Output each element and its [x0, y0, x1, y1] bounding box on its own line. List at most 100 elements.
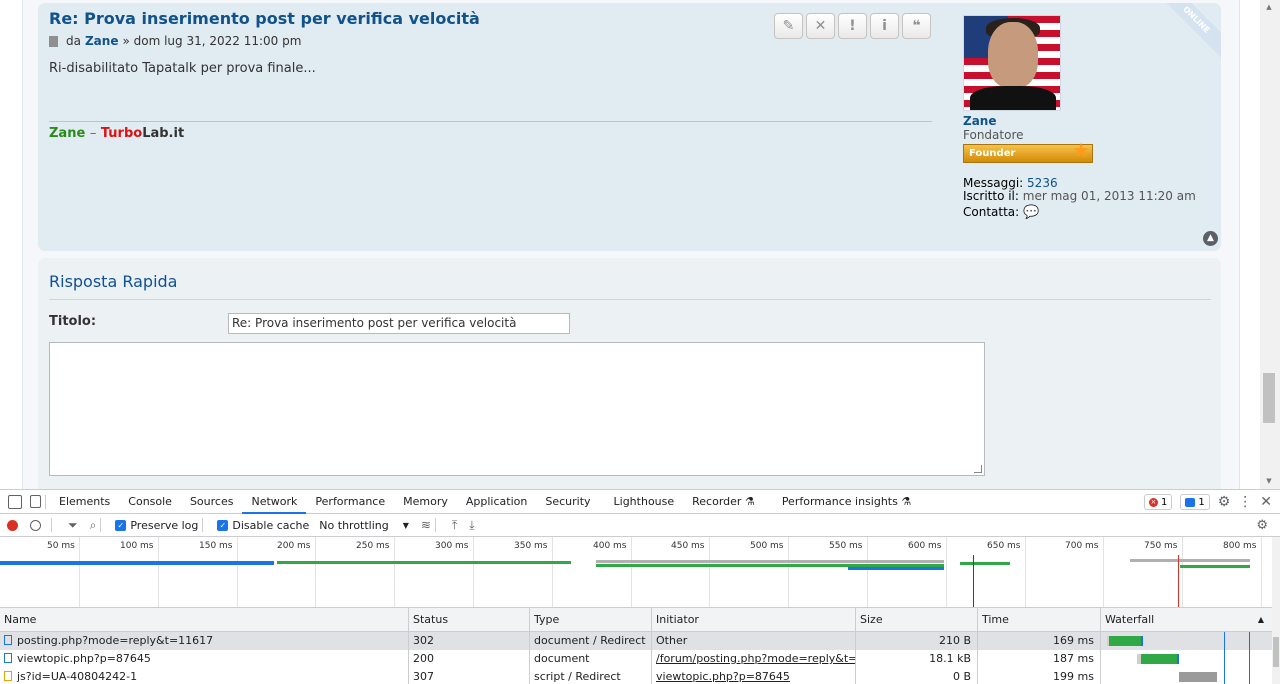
- request-waterfall: [1101, 632, 1272, 650]
- column-time[interactable]: Time: [978, 608, 1101, 631]
- overview-bar: [1130, 559, 1250, 562]
- network-conditions-icon[interactable]: ≋: [421, 518, 431, 532]
- overview-tick-label: 600 ms: [908, 541, 942, 551]
- flask-icon: ⚗: [901, 494, 912, 508]
- scroll-up-icon[interactable]: ▲: [1264, 3, 1274, 11]
- export-har-icon[interactable]: ⤓: [469, 518, 474, 533]
- request-initiator-link[interactable]: viewtopic.php?p=87645: [652, 668, 856, 684]
- forum-page: Re: Prova inserimento post per verifica …: [0, 0, 1280, 489]
- overview-bar: [1180, 565, 1250, 568]
- column-name[interactable]: Name: [0, 608, 409, 631]
- posts-count-link[interactable]: 5236: [1027, 176, 1058, 190]
- error-counter[interactable]: × 1: [1143, 494, 1173, 510]
- message-textarea[interactable]: [49, 342, 985, 476]
- column-waterfall[interactable]: Waterfall ▲: [1101, 608, 1272, 631]
- overview-tick-label: 700 ms: [1065, 541, 1099, 551]
- table-row[interactable]: posting.php?mode=reply&t=11617 302 docum…: [0, 632, 1272, 650]
- delete-button[interactable]: ✕: [806, 13, 835, 39]
- network-toolbar: ⏷ ⌕ ✓ Preserve log ✓ Disable cache No thro…: [0, 514, 1280, 537]
- page-scrollbar[interactable]: ▲ ▼: [1260, 0, 1280, 489]
- overview-bar: [848, 567, 944, 570]
- kebab-menu-icon[interactable]: ⋮: [1238, 494, 1252, 510]
- request-size: 0 B: [856, 668, 978, 684]
- tab-recorder[interactable]: Recorder ⚗: [683, 490, 764, 514]
- throttling-value: No throttling: [319, 518, 389, 532]
- network-settings-gear-icon[interactable]: ⚙: [1256, 518, 1268, 533]
- column-status[interactable]: Status: [409, 608, 530, 631]
- profile-joined: Iscritto il: mer mag 01, 2013 11:20 am: [963, 190, 1213, 203]
- close-devtools-icon[interactable]: ✕: [1260, 494, 1272, 510]
- tab-elements[interactable]: Elements: [50, 490, 119, 514]
- table-row[interactable]: viewtopic.php?p=87645 200 document /foru…: [0, 650, 1272, 668]
- network-scrollbar[interactable]: [1272, 537, 1280, 684]
- scroll-thumb[interactable]: [1263, 373, 1275, 423]
- clear-icon[interactable]: [30, 519, 41, 531]
- overview-gridline: [158, 537, 159, 607]
- contact-label: Contatta:: [963, 205, 1020, 219]
- tab-security[interactable]: Security: [536, 490, 599, 514]
- table-row[interactable]: js?id=UA-40804242-1 307 script / Redirec…: [0, 668, 1272, 684]
- profile-username[interactable]: Zane: [963, 114, 1213, 128]
- tab-sources[interactable]: Sources: [181, 490, 243, 514]
- avatar[interactable]: [963, 15, 1061, 111]
- search-icon[interactable]: ⌕: [90, 518, 97, 533]
- message-counter[interactable]: 1: [1180, 494, 1210, 510]
- table-header: Name Status Type Initiator Size Time Wat…: [0, 608, 1272, 632]
- gear-icon[interactable]: ⚙: [1218, 494, 1231, 510]
- tab-network[interactable]: Network: [242, 490, 307, 514]
- throttling-select[interactable]: No throttling ▼: [319, 519, 409, 532]
- checkbox-icon: ✓: [217, 519, 229, 531]
- tab-performance[interactable]: Performance: [306, 490, 394, 514]
- edit-button[interactable]: ✎: [774, 13, 803, 39]
- profile-contact: Contatta: 💬: [963, 205, 1213, 220]
- request-name: posting.php?mode=reply&t=11617: [17, 634, 214, 647]
- column-type[interactable]: Type: [530, 608, 652, 631]
- quote-button[interactable]: ❝: [902, 13, 931, 39]
- overview-gridline: [1182, 537, 1183, 607]
- back-to-top-icon[interactable]: ▲: [1203, 231, 1218, 246]
- star-icon: ★: [1072, 138, 1090, 162]
- tab-console[interactable]: Console: [119, 490, 181, 514]
- inspect-element-icon[interactable]: [8, 494, 22, 509]
- resize-grip-icon[interactable]: [974, 465, 982, 473]
- post-author-link[interactable]: Zane: [85, 34, 118, 48]
- rank-badge-label: Founder: [969, 148, 1016, 159]
- post-document-icon[interactable]: [49, 35, 58, 47]
- import-har-icon[interactable]: ⤒: [452, 518, 457, 533]
- scroll-down-icon[interactable]: ▼: [1264, 477, 1274, 485]
- column-initiator[interactable]: Initiator: [652, 608, 856, 631]
- tab-application[interactable]: Application: [457, 490, 536, 514]
- overview-bar: [960, 562, 1010, 565]
- post-title[interactable]: Re: Prova inserimento post per verifica …: [49, 9, 480, 28]
- overview-tick-label: 550 ms: [829, 541, 863, 551]
- record-icon[interactable]: [7, 519, 18, 531]
- overview-tick-label: 150 ms: [199, 541, 233, 551]
- overview-tick-label: 500 ms: [750, 541, 784, 551]
- report-button[interactable]: !: [838, 13, 867, 39]
- column-size[interactable]: Size: [856, 608, 978, 631]
- disable-cache-checkbox[interactable]: ✓ Disable cache: [217, 519, 309, 532]
- message-icon: [1185, 497, 1196, 507]
- request-initiator-link[interactable]: /forum/posting.php?mode=reply&t=116...: [652, 650, 856, 668]
- sort-arrow-icon: ▲: [1257, 615, 1264, 624]
- preserve-log-checkbox[interactable]: ✓ Preserve log: [115, 519, 198, 532]
- devtools-tabbar: Elements Console Sources Network Perform…: [0, 490, 1280, 514]
- quick-reply-title: Risposta Rapida: [49, 272, 178, 291]
- subject-input[interactable]: Re: Prova inserimento post per verifica …: [228, 313, 570, 334]
- info-button[interactable]: i: [870, 13, 899, 39]
- waterfall-dcl-line: [1224, 632, 1225, 684]
- device-toolbar-icon[interactable]: [30, 495, 41, 508]
- overview-gridline: [946, 537, 947, 607]
- network-overview[interactable]: 50 ms 100 ms 150 ms 200 ms 250 ms 300 ms 350 m…: [0, 537, 1272, 608]
- tab-performance-insights[interactable]: Performance insights ⚗: [764, 490, 920, 514]
- overview-tick-label: 400 ms: [593, 541, 627, 551]
- request-time: 187 ms: [978, 650, 1101, 668]
- signature-link[interactable]: TurboLab.it: [101, 126, 184, 141]
- posts-label: Messaggi:: [963, 176, 1024, 190]
- load-event-marker: [1178, 555, 1179, 607]
- filter-icon[interactable]: ⏷: [68, 518, 78, 533]
- tab-lighthouse[interactable]: Lighthouse: [600, 490, 684, 514]
- speech-bubble-icon[interactable]: 💬: [1023, 206, 1039, 219]
- overview-tick-label: 650 ms: [987, 541, 1021, 551]
- tab-memory[interactable]: Memory: [394, 490, 457, 514]
